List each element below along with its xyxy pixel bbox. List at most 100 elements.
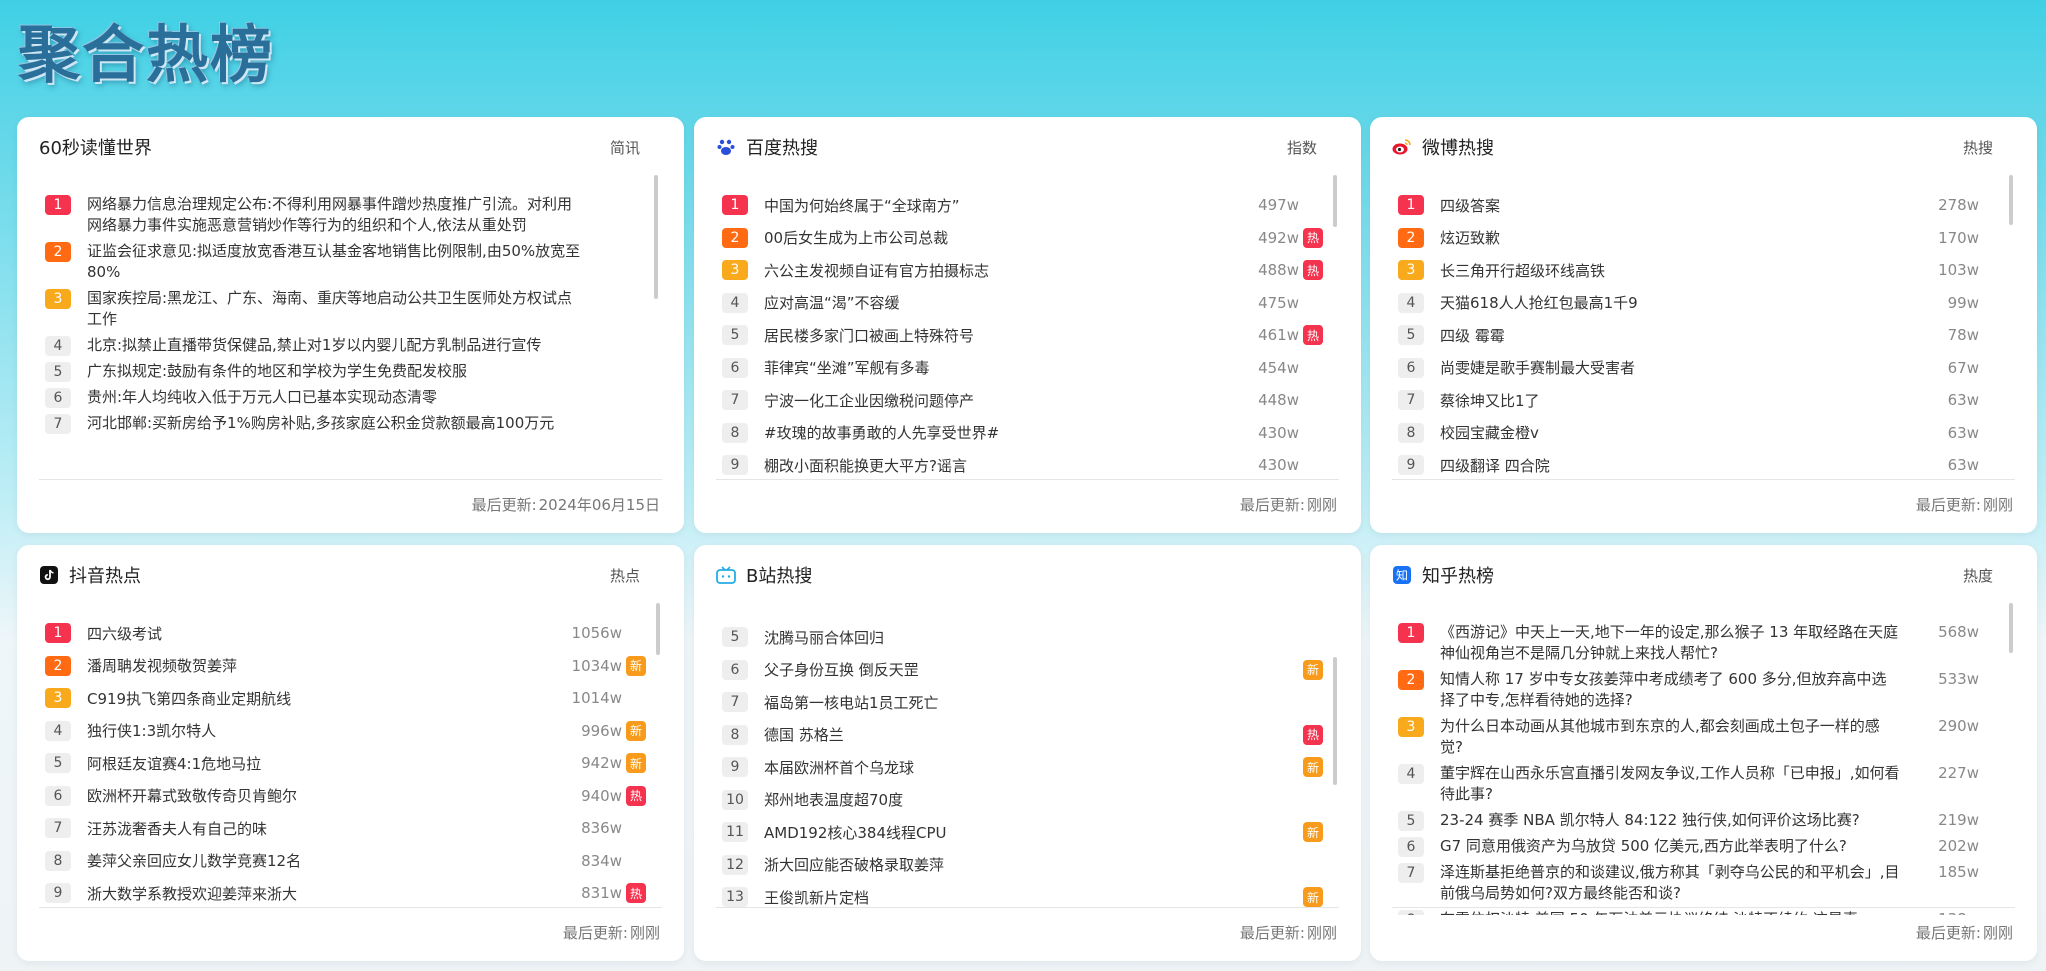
list-item[interactable]: 5 沈腾马丽合体回归 (716, 621, 1339, 654)
list-item[interactable]: 4 董宇辉在山西永乐宫直播引发网友争议,工作人员称「已申报」,如何看待此事? 227… (1392, 758, 2015, 805)
item-title[interactable]: 天猫618人人抢红包最高1千9 (1440, 292, 1923, 313)
list-item[interactable]: 5 四级 霉霉 78w (1392, 319, 2015, 352)
item-title[interactable]: #玫瑰的故事勇敢的人先享受世界# (764, 422, 1243, 443)
list-item[interactable]: 7 河北邯郸:买新房给予1%购房补贴,多孩家庭公积金贷款额最高100万元 (39, 408, 662, 434)
item-title[interactable]: 董宇辉在山西永乐宫直播引发网友争议,工作人员称「已申报」,如何看待此事? (1440, 763, 1901, 805)
list-item[interactable]: 6 父子身份互换 倒反天罡新 (716, 654, 1339, 687)
list-item[interactable]: 7 福岛第一核电站1员工死亡 (716, 686, 1339, 719)
list-item[interactable]: 3 C919执飞第四条商业定期航线 1014w (39, 682, 662, 715)
list-item[interactable]: 3 长三角开行超级环线高铁 103w (1392, 254, 2015, 287)
item-title[interactable]: 《西游记》中天上一天,地下一年的设定,那么猴子 13 年取经路在天庭神仙视角岂不… (1440, 622, 1901, 664)
item-title[interactable]: 浙大数学系教授欢迎姜萍来浙大 (87, 883, 566, 904)
item-title[interactable]: 北京:拟禁止直播带货保健品,禁止对1岁以内婴儿配方乳制品进行宣传 (87, 335, 584, 356)
card-tag[interactable]: 热点 (610, 565, 640, 586)
item-title[interactable]: 知情人称 17 岁中专女孩姜萍中考成绩考了 600 多分,但放弃高中选择了中专,… (1440, 669, 1901, 711)
list-item[interactable]: 5 阿根廷友谊赛4:1危地马拉 942w 新 (39, 747, 662, 780)
list-item[interactable]: 8 校园宝藏金橙v 63w (1392, 417, 2015, 450)
card-tag[interactable]: 简讯 (610, 137, 640, 158)
item-title[interactable]: 王俊凯新片定档 (764, 887, 1303, 908)
item-title[interactable]: 郑州地表温度超70度 (764, 789, 1303, 810)
item-title[interactable]: 校园宝藏金橙v (1440, 422, 1923, 443)
list-item[interactable]: 7 泽连斯基拒绝普京的和谈建议,俄方称其「剥夺乌公民的和平机会」,目前俄乌局势如何… (1392, 857, 2015, 904)
item-title[interactable]: 四六级考试 (87, 623, 566, 644)
item-title[interactable]: 中国为何始终属于“全球南方” (764, 195, 1243, 216)
list-item[interactable]: 7 汪苏泷奢香夫人有自己的味 836w (39, 812, 662, 845)
item-title[interactable]: 阿根廷友谊赛4:1危地马拉 (87, 753, 566, 774)
item-title[interactable]: 长三角开行超级环线高铁 (1440, 260, 1923, 281)
list-item[interactable]: 8 姜萍父亲回应女儿数学竞赛12名 834w (39, 845, 662, 878)
item-title[interactable]: 父子身份互换 倒反天罡 (764, 659, 1303, 680)
item-title[interactable]: 棚改小面积能换更大平方?谣言 (764, 455, 1243, 476)
list-item[interactable]: 9 四级翻译 四合院 63w (1392, 449, 2015, 482)
list-item[interactable]: 6 欧洲杯开幕式致敬传奇贝肯鲍尔 940w 热 (39, 780, 662, 813)
hot-list[interactable]: 5 沈腾马丽合体回归 6 父子身份互换 倒反天罡新 7 福岛第一核电站1员工死亡 8 德国 苏… (716, 621, 1339, 919)
list-item[interactable]: 7 宁波一化工企业因缴税问题停产 448w (716, 384, 1339, 417)
item-title[interactable]: 23-24 赛季 NBA 凯尔特人 84:122 独行侠,如何评价这场比赛? (1440, 810, 1901, 831)
item-title[interactable]: AMD192核心384线程CPU (764, 822, 1303, 843)
item-title[interactable]: 布雷依权沙特,美国 50 年石油美元协议终结,沙特不续约,这是真 (1440, 909, 1901, 915)
list-item[interactable]: 5 居民楼多家门口被画上特殊符号 461w 热 (716, 319, 1339, 352)
news-list[interactable]: 1 网络暴力信息治理规定公布:不得利用网暴事件蹭炒热度推广引流。对利用网络暴力事件… (39, 189, 662, 487)
hot-list[interactable]: 1 中国为何始终属于“全球南方” 497w 2 00后女生成为上市公司总裁 492w 热 3 六… (716, 189, 1339, 487)
item-title[interactable]: 四级 霉霉 (1440, 325, 1923, 346)
hot-list[interactable]: 1 《西游记》中天上一天,地下一年的设定,那么猴子 13 年取经路在天庭神仙视角岂… (1392, 617, 2015, 915)
item-title[interactable]: 沈腾马丽合体回归 (764, 627, 1303, 648)
hot-list[interactable]: 1 四六级考试 1056w 2 潘周聃发视频敬贺姜萍 1034w 新 3 C919执飞第四条商业… (39, 617, 662, 915)
list-item[interactable]: 8 德国 苏格兰热 (716, 719, 1339, 752)
list-item[interactable]: 2 炫迈致歉 170w (1392, 222, 2015, 255)
item-title[interactable]: 尚雯婕是歌手赛制最大受害者 (1440, 357, 1923, 378)
list-item[interactable]: 5 广东拟规定:鼓励有条件的地区和学校为学生免费配发校服 (39, 356, 662, 382)
list-item[interactable]: 12 浙大回应能否破格录取姜萍 (716, 849, 1339, 882)
item-title[interactable]: 姜萍父亲回应女儿数学竞赛12名 (87, 850, 566, 871)
item-title[interactable]: 潘周聃发视频敬贺姜萍 (87, 655, 566, 676)
list-item[interactable]: 2 00后女生成为上市公司总裁 492w 热 (716, 222, 1339, 255)
item-title[interactable]: 汪苏泷奢香夫人有自己的味 (87, 818, 566, 839)
item-title[interactable]: 广东拟规定:鼓励有条件的地区和学校为学生免费配发校服 (87, 361, 584, 382)
card-tag[interactable]: 指数 (1287, 137, 1317, 158)
list-item[interactable]: 11 AMD192核心384线程CPU 新 (716, 816, 1339, 849)
list-item[interactable]: 4 应对高温“渴”不容缓 475w (716, 287, 1339, 320)
list-item[interactable]: 3 六公主发视频自证有官方拍摄标志 488w 热 (716, 254, 1339, 287)
scrollbar-thumb[interactable] (654, 175, 658, 299)
item-title[interactable]: 宁波一化工企业因缴税问题停产 (764, 390, 1243, 411)
item-title[interactable]: 国家疾控局:黑龙江、广东、海南、重庆等地启动公共卫生医师处方权试点工作 (87, 288, 584, 330)
item-title[interactable]: 菲律宾“坐滩”军舰有多毒 (764, 357, 1243, 378)
item-title[interactable]: 贵州:年人均纯收入低于万元人口已基本实现动态清零 (87, 387, 584, 408)
item-title[interactable]: 为什么日本动画从其他城市到东京的人,都会刻画成土包子一样的感觉? (1440, 716, 1901, 758)
list-item[interactable]: 9 浙大数学系教授欢迎姜萍来浙大 831w 热 (39, 877, 662, 910)
list-item[interactable]: 1 网络暴力信息治理规定公布:不得利用网暴事件蹭炒热度推广引流。对利用网络暴力事件… (39, 189, 662, 236)
item-title[interactable]: C919执飞第四条商业定期航线 (87, 688, 566, 709)
list-item[interactable]: 3 国家疾控局:黑龙江、广东、海南、重庆等地启动公共卫生医师处方权试点工作 (39, 283, 662, 330)
item-title[interactable]: 蔡徐坤又比1了 (1440, 390, 1923, 411)
list-item[interactable]: 4 独行侠1:3凯尔特人 996w 新 (39, 715, 662, 748)
list-item[interactable]: 7 蔡徐坤又比1了 63w (1392, 384, 2015, 417)
item-title[interactable]: 六公主发视频自证有官方拍摄标志 (764, 260, 1243, 281)
item-title[interactable]: 应对高温“渴”不容缓 (764, 292, 1243, 313)
card-tag[interactable]: 热度 (1963, 565, 1993, 586)
list-item[interactable]: 6 尚雯婕是歌手赛制最大受害者 67w (1392, 352, 2015, 385)
list-item[interactable]: 3 为什么日本动画从其他城市到东京的人,都会刻画成土包子一样的感觉? 290w (1392, 711, 2015, 758)
item-title[interactable]: 泽连斯基拒绝普京的和谈建议,俄方称其「剥夺乌公民的和平机会」,目前俄乌局势如何?… (1440, 862, 1901, 904)
scrollbar-thumb[interactable] (1333, 175, 1337, 227)
list-item[interactable]: 6 贵州:年人均纯收入低于万元人口已基本实现动态清零 (39, 382, 662, 408)
item-title[interactable]: 本届欧洲杯首个乌龙球 (764, 757, 1303, 778)
list-item[interactable]: 2 知情人称 17 岁中专女孩姜萍中考成绩考了 600 多分,但放弃高中选择了中专… (1392, 664, 2015, 711)
list-item[interactable]: 4 天猫618人人抢红包最高1千9 99w (1392, 287, 2015, 320)
item-title[interactable]: 欧洲杯开幕式致敬传奇贝肯鲍尔 (87, 785, 566, 806)
list-item[interactable]: 6 G7 同意用俄资产为乌放贷 500 亿美元,西方此举表明了什么? 202w (1392, 831, 2015, 857)
list-item[interactable]: 10 郑州地表温度超70度 (716, 784, 1339, 817)
list-item[interactable]: 5 23-24 赛季 NBA 凯尔特人 84:122 独行侠,如何评价这场比赛? 2… (1392, 805, 2015, 831)
list-item[interactable]: 8 #玫瑰的故事勇敢的人先享受世界# 430w (716, 417, 1339, 450)
item-title[interactable]: 四级答案 (1440, 195, 1923, 216)
list-item[interactable]: 1 四六级考试 1056w (39, 617, 662, 650)
item-title[interactable]: 独行侠1:3凯尔特人 (87, 720, 566, 741)
item-title[interactable]: 河北邯郸:买新房给予1%购房补贴,多孩家庭公积金贷款额最高100万元 (87, 413, 584, 434)
list-item[interactable]: 1 《西游记》中天上一天,地下一年的设定,那么猴子 13 年取经路在天庭神仙视角岂… (1392, 617, 2015, 664)
item-title[interactable]: 德国 苏格兰 (764, 724, 1303, 745)
item-title[interactable]: 居民楼多家门口被画上特殊符号 (764, 325, 1243, 346)
list-item[interactable]: 8 布雷依权沙特,美国 50 年石油美元协议终结,沙特不续约,这是真 138w (1392, 904, 2015, 915)
scrollbar-thumb[interactable] (656, 603, 660, 655)
list-item[interactable]: 1 中国为何始终属于“全球南方” 497w (716, 189, 1339, 222)
list-item[interactable]: 6 菲律宾“坐滩”军舰有多毒 454w (716, 352, 1339, 385)
item-title[interactable]: 浙大回应能否破格录取姜萍 (764, 854, 1303, 875)
